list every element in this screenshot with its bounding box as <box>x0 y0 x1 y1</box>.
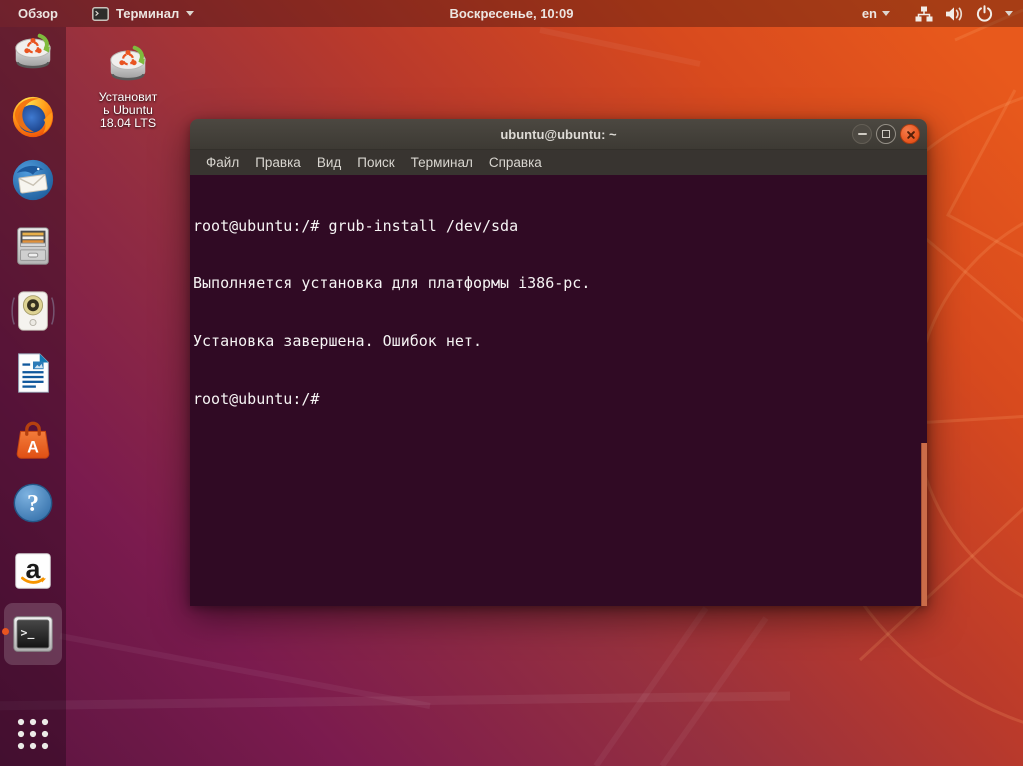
dock-item-ubuntu-installer[interactable] <box>10 30 56 76</box>
ubuntu-software-icon: A <box>10 417 56 463</box>
app-grid-icon <box>16 717 50 751</box>
window-controls <box>852 124 920 144</box>
window-title: ubuntu@ubuntu: ~ <box>500 127 616 142</box>
dock-item-amazon[interactable]: a <box>10 548 56 594</box>
desktop-icon-label: Установит ь Ubuntu 18.04 LTS <box>96 91 160 131</box>
clock-label[interactable]: Воскресенье, 10:09 <box>450 6 574 21</box>
power-icon <box>976 5 993 22</box>
terminal-prompt-line: root@ubuntu:/# <box>193 390 927 409</box>
firefox-icon <box>10 94 56 140</box>
ubuntu-installer-icon <box>105 42 151 88</box>
chevron-down-icon <box>186 11 194 16</box>
top-bar: Обзор Терминал Воскресенье, 10:09 en <box>0 0 1023 27</box>
terminal-line: root@ubuntu:/# grub-install /dev/sda <box>193 217 927 236</box>
help-icon: ? <box>10 480 56 526</box>
minimize-icon <box>858 133 867 135</box>
dock-item-ubuntu-software[interactable]: A <box>10 417 56 463</box>
svg-text:>_: >_ <box>21 625 35 640</box>
dock-item-rhythmbox[interactable] <box>10 288 56 334</box>
focused-app-label: Терминал <box>116 6 179 21</box>
terminal-line: Выполняется установка для платформы i386… <box>193 274 927 293</box>
system-status-area[interactable] <box>915 5 1013 22</box>
focused-app-menu[interactable]: Терминал <box>92 6 194 21</box>
scrollbar-thumb[interactable] <box>921 443 927 606</box>
libreoffice-writer-icon <box>10 350 56 396</box>
menu-help[interactable]: Справка <box>483 152 548 173</box>
dock: A ? a >_ <box>0 27 66 766</box>
dock-item-firefox[interactable] <box>10 94 56 140</box>
dock-item-libreoffice-writer[interactable] <box>10 350 56 396</box>
svg-text:?: ? <box>27 491 39 517</box>
close-button[interactable] <box>900 124 920 144</box>
terminal-icon: >_ <box>10 611 56 657</box>
svg-text:A: A <box>27 438 39 456</box>
keyboard-layout-indicator[interactable]: en <box>862 6 890 21</box>
minimize-button[interactable] <box>852 124 872 144</box>
chevron-down-icon <box>882 11 890 16</box>
menu-edit[interactable]: Правка <box>249 152 307 173</box>
dock-item-terminal[interactable]: >_ <box>10 611 56 657</box>
dock-active-indicator <box>2 628 9 635</box>
network-wired-icon <box>915 6 933 22</box>
menu-view[interactable]: Вид <box>311 152 347 173</box>
terminal-output[interactable]: root@ubuntu:/# grub-install /dev/sda Вып… <box>190 175 927 606</box>
maximize-icon <box>882 130 890 138</box>
window-menubar: Файл Правка Вид Поиск Терминал Справка <box>190 150 927 175</box>
chevron-down-icon <box>1005 11 1013 16</box>
dock-item-files[interactable] <box>10 223 56 269</box>
amazon-icon: a <box>10 548 56 594</box>
terminal-line: Установка завершена. Ошибок нет. <box>193 332 927 351</box>
svg-text:a: a <box>26 554 42 584</box>
activities-button[interactable]: Обзор <box>14 6 62 21</box>
keyboard-layout-label: en <box>862 6 877 21</box>
desktop-icon-install-ubuntu[interactable]: Установит ь Ubuntu 18.04 LTS <box>96 42 160 131</box>
menu-search[interactable]: Поиск <box>351 152 400 173</box>
rhythmbox-icon <box>10 288 56 334</box>
top-bar-right: en <box>862 5 1023 22</box>
dock-item-thunderbird[interactable] <box>10 157 56 203</box>
dock-item-app-grid[interactable] <box>16 717 50 751</box>
dock-item-help[interactable]: ? <box>10 480 56 526</box>
terminal-mini-icon <box>92 7 109 21</box>
terminal-window: ubuntu@ubuntu: ~ Файл Правка Вид Поиск Т… <box>190 119 927 605</box>
files-icon <box>10 223 56 269</box>
top-bar-left: Обзор Терминал <box>0 6 194 21</box>
volume-icon <box>945 6 964 22</box>
ubuntu-installer-icon <box>10 30 56 76</box>
thunderbird-icon <box>10 157 56 203</box>
window-titlebar[interactable]: ubuntu@ubuntu: ~ <box>190 119 927 150</box>
menu-file[interactable]: Файл <box>200 152 245 173</box>
maximize-button[interactable] <box>876 124 896 144</box>
menu-terminal[interactable]: Терминал <box>405 152 479 173</box>
